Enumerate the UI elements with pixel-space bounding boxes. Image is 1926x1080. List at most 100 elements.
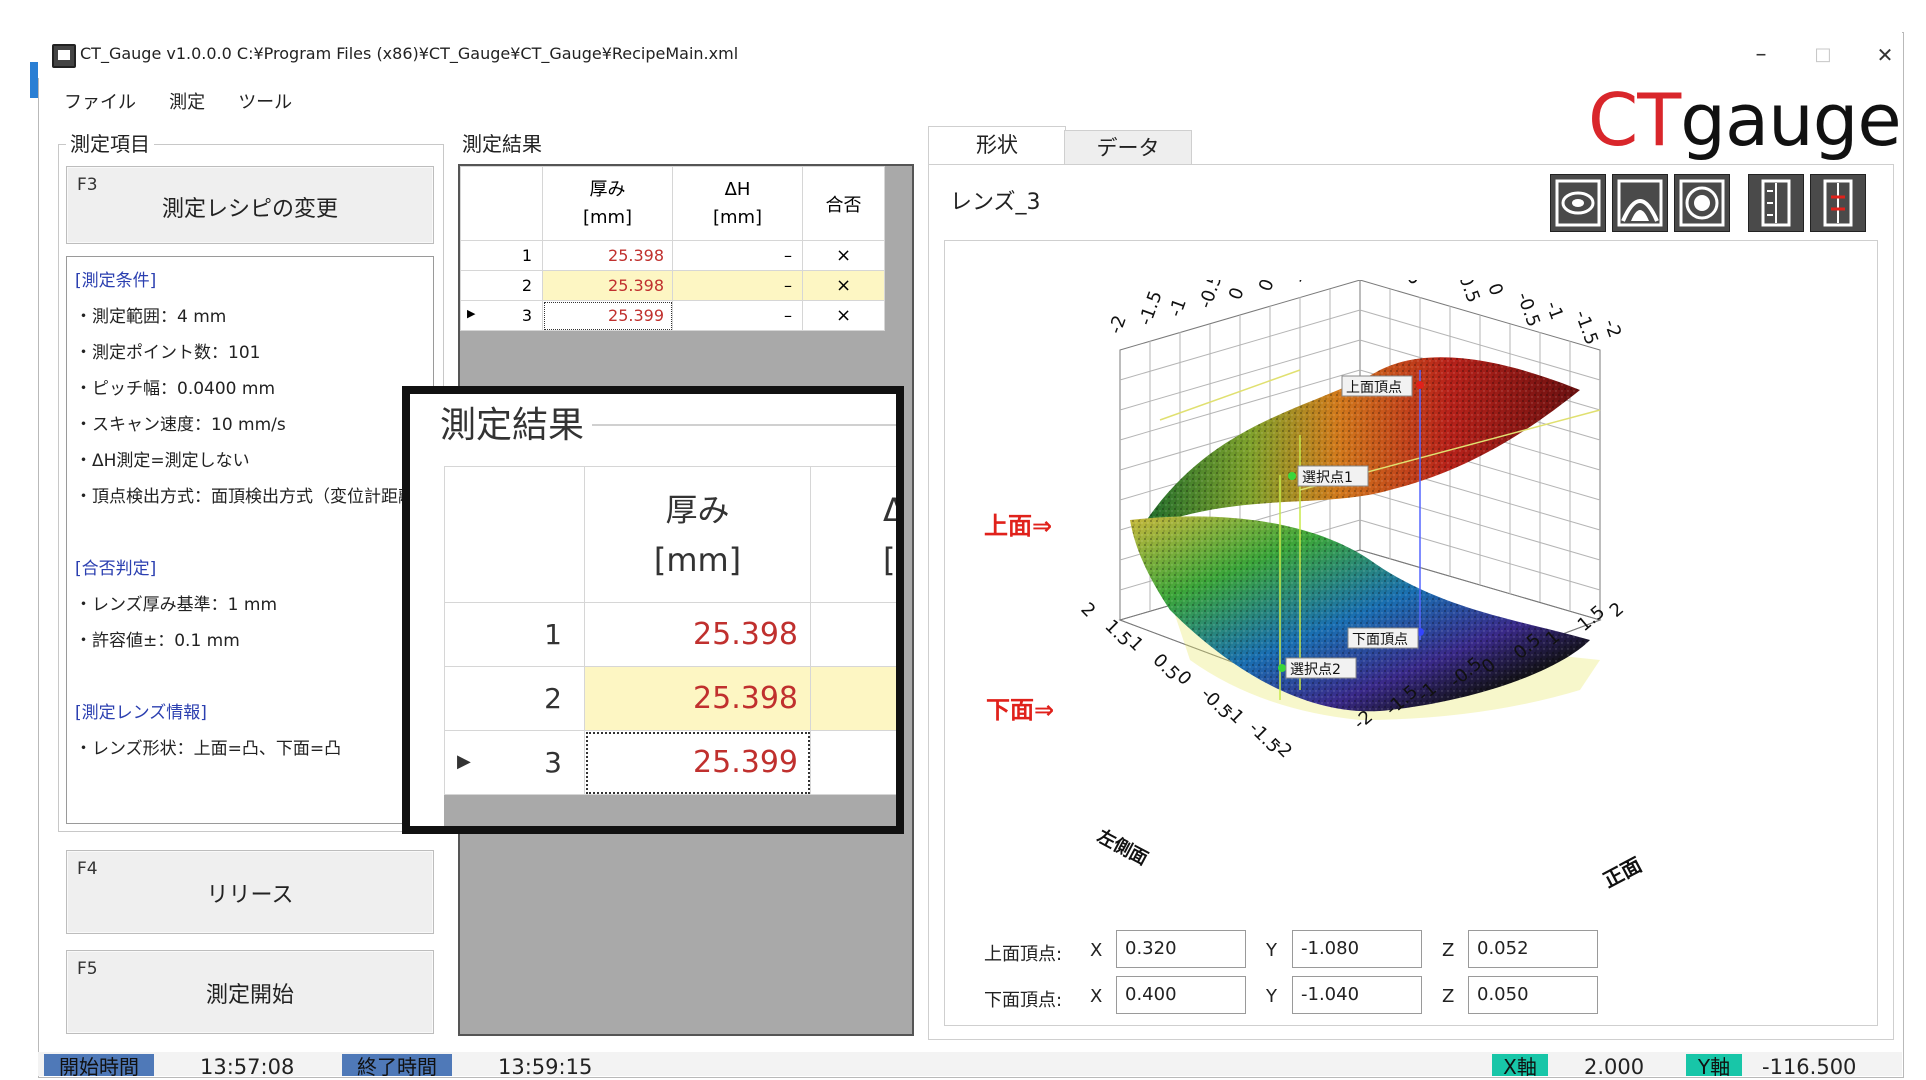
tab-shape[interactable]: 形状: [928, 126, 1066, 165]
row-number: ▶3: [461, 301, 543, 331]
lower-vertex-label: 下面頂点:: [984, 986, 1062, 1012]
tab-data[interactable]: データ: [1064, 130, 1192, 165]
zoom-col-dh-cut: Δ[r: [811, 467, 905, 603]
info-list: [測定条件]・測定範囲：4 mm・測定ポイント数：101・ピッチ幅：0.0400…: [67, 257, 433, 767]
release-button[interactable]: F4 リリース: [66, 850, 434, 934]
info-line: ・許容値±：0.1 mm: [67, 623, 433, 659]
tick-label: -0.5: [1195, 280, 1227, 311]
tick-label: -1: [1541, 299, 1567, 323]
tick-label: 0.5: [1454, 280, 1484, 306]
upper-x-field[interactable]: 0.320: [1116, 930, 1246, 968]
menu-tools[interactable]: ツール: [238, 88, 292, 114]
col-thickness-header[interactable]: 厚み[mm]: [543, 167, 673, 241]
measure-items-title: 測定項目: [66, 128, 154, 157]
pass-cell[interactable]: ×: [803, 271, 885, 301]
info-line: ・レンズ厚み基準：1 mm: [67, 587, 433, 623]
table-row[interactable]: 125.398–×: [461, 241, 885, 271]
zoom-current-marker: ▶: [457, 751, 471, 772]
close-button[interactable]: ✕: [1862, 38, 1908, 72]
col-pass-header[interactable]: 合否: [803, 167, 885, 241]
zoom-cut-cell: [811, 603, 905, 667]
start-time-badge: 開始時間: [44, 1054, 154, 1076]
maximize-button[interactable]: □: [1800, 38, 1846, 72]
info-section-heading: [合否判定]: [67, 551, 433, 587]
zoom-row: 225.398: [445, 667, 905, 731]
tick-label: 2: [1606, 598, 1628, 621]
title-bar: CT_Gauge v1.0.0.0 C:¥Program Files (x86)…: [38, 32, 1902, 78]
view-arch-icon[interactable]: [1612, 174, 1668, 232]
info-line: [67, 515, 433, 551]
tick-label: 0: [1483, 281, 1507, 299]
zoom-row-number: 2: [445, 667, 585, 731]
col-dh-header[interactable]: ΔH[mm]: [673, 167, 803, 241]
tick-label: -2: [1599, 317, 1625, 341]
view-frame-icon[interactable]: [1748, 174, 1804, 232]
tick-label: 1.5: [1574, 601, 1609, 635]
upper-y-label: Y: [1266, 940, 1277, 961]
tick-label: 2: [1076, 599, 1099, 622]
window-edge-accent: [30, 62, 38, 98]
start-time-value: 13:57:08: [200, 1054, 294, 1080]
view-ruler-icon[interactable]: [1810, 174, 1866, 232]
view-box-icon[interactable]: [1550, 174, 1606, 232]
tick-label: -0.5: [1512, 290, 1544, 330]
dh-cell[interactable]: –: [673, 271, 803, 301]
zoom-title: 測定結果: [432, 396, 592, 448]
thickness-cell[interactable]: 25.399: [543, 301, 673, 331]
info-line: ・ピッチ幅：0.0400 mm: [67, 371, 433, 407]
zoom-row-number: 1: [445, 603, 585, 667]
lower-vertex-tag: 下面頂点: [1352, 632, 1408, 648]
tick-label: 1.5: [1396, 280, 1426, 288]
minimize-button[interactable]: –: [1738, 38, 1784, 72]
pass-cell[interactable]: ×: [803, 301, 885, 331]
zoom-table: 厚み[mm] Δ[r 125.398225.398▶325.399: [444, 466, 904, 795]
dh-cell[interactable]: –: [673, 241, 803, 271]
info-line: ・頂点検出方式：面頂検出方式（変位計距離: [67, 479, 433, 515]
thickness-cell[interactable]: 25.398: [543, 271, 673, 301]
lens-3d-plot: 上面頂点 下面頂点 選択点1 選択点2 -2-1.5-1-0.500.511.5…: [1060, 280, 1760, 920]
tick-label: 0: [1225, 285, 1249, 303]
table-row[interactable]: 225.398–×: [461, 271, 885, 301]
f4-key-label: F4: [77, 859, 98, 879]
lower-x-field[interactable]: 0.400: [1116, 976, 1246, 1014]
info-line: ・レンズ形状：上面=凸、下面=凸: [67, 731, 433, 767]
end-time-value: 13:59:15: [498, 1054, 592, 1080]
results-title: 測定結果: [458, 128, 546, 157]
menu-measure[interactable]: 測定: [169, 88, 205, 114]
current-row-marker: ▶: [467, 307, 475, 320]
lower-z-field[interactable]: 0.050: [1468, 976, 1598, 1014]
info-line: ・ΔH測定=測定しない: [67, 443, 433, 479]
upper-surface-label: 上面⇒: [984, 506, 1052, 541]
view-circle-icon[interactable]: [1674, 174, 1730, 232]
tick-label: -1.5: [1570, 308, 1602, 348]
upper-z-field[interactable]: 0.052: [1468, 930, 1598, 968]
menu-file[interactable]: ファイル: [64, 88, 136, 114]
zoom-cut-cell: [811, 667, 905, 731]
zoom-thickness-cell: 25.399: [585, 731, 811, 795]
change-recipe-label: 測定レシピの変更: [67, 191, 433, 223]
y-axis-badge: Y軸: [1686, 1054, 1742, 1076]
lower-x-label: X: [1090, 986, 1102, 1007]
axis-side-label: 左側面: [1094, 825, 1152, 870]
zoom-col-thickness: 厚み[mm]: [585, 467, 811, 603]
x-axis-badge: X軸: [1492, 1054, 1548, 1076]
end-time-badge: 終了時間: [342, 1054, 452, 1076]
dh-cell[interactable]: –: [673, 301, 803, 331]
upper-vertex-tag: 上面頂点: [1346, 380, 1402, 396]
lower-y-field[interactable]: -1.040: [1292, 976, 1422, 1014]
upper-y-field[interactable]: -1.080: [1292, 930, 1422, 968]
table-row[interactable]: ▶325.399–×: [461, 301, 885, 331]
results-table: 厚み[mm] ΔH[mm] 合否 125.398–×225.398–×▶325.…: [460, 166, 885, 331]
lower-surface-label: 下面⇒: [986, 690, 1054, 725]
zoom-cut-cell: [811, 731, 905, 795]
thickness-cell[interactable]: 25.398: [543, 241, 673, 271]
change-recipe-button[interactable]: F3 測定レシピの変更: [66, 166, 434, 244]
zoom-header-corner: [445, 467, 585, 603]
info-line: ・測定ポイント数：101: [67, 335, 433, 371]
pass-cell[interactable]: ×: [803, 241, 885, 271]
row-header-corner: [461, 167, 543, 241]
start-measure-button[interactable]: F5 測定開始: [66, 950, 434, 1034]
zoom-row-number: ▶3: [445, 731, 585, 795]
window-title: CT_Gauge v1.0.0.0 C:¥Program Files (x86)…: [80, 44, 738, 63]
y-axis-value: -116.500: [1762, 1054, 1856, 1080]
